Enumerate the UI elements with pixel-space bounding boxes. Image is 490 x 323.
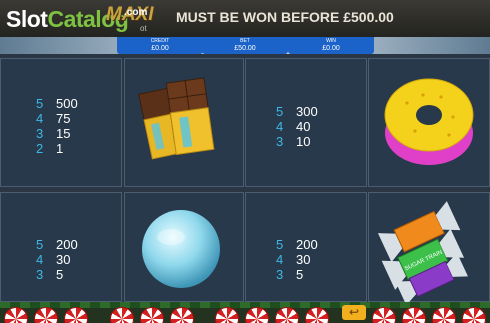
return-button[interactable]: ↩ xyxy=(342,305,366,320)
paytable-grid: 5 500 4 75 3 15 21 5 300 4 40 3 10 5 200… xyxy=(0,58,490,306)
peppermint-icon xyxy=(215,307,239,323)
chocolate-bar-icon xyxy=(138,77,215,160)
pay-count: 3 xyxy=(276,134,284,149)
win-value: £0.00 xyxy=(322,45,340,52)
credit-value: £0.00 xyxy=(151,45,169,52)
pay-count: 5 xyxy=(36,237,44,252)
credit-meter: CREDIT £0.00 xyxy=(117,37,203,54)
win-label: WIN xyxy=(326,38,336,44)
pay-value: 30 xyxy=(296,252,311,267)
pay-value: 10 xyxy=(296,134,311,149)
pay-value: 15 xyxy=(56,126,71,141)
pay-value: 200 xyxy=(56,237,78,252)
peppermint-icon xyxy=(402,307,426,323)
logo-slot: Slot xyxy=(6,6,48,32)
pay-cell-donut: 5 300 4 40 3 10 xyxy=(245,58,367,187)
pay-count: 5 xyxy=(276,104,284,119)
pay-count: 5 xyxy=(36,96,44,111)
logo-dotcom: .com xyxy=(124,7,148,18)
jackpot-message: MUST BE WON BEFORE £500.00 xyxy=(176,9,394,25)
game-logo-sub: ot xyxy=(140,24,147,33)
donut-pays: 5 300 4 40 3 10 xyxy=(276,104,318,149)
footer-bar xyxy=(0,302,490,323)
chocolate-pays: 5 500 4 75 3 15 21 xyxy=(36,96,78,156)
pay-count: 5 xyxy=(276,237,284,252)
peppermint-icon xyxy=(170,307,194,323)
meter-bar: CREDIT £0.00 BET £50.00 WIN £0.00 xyxy=(0,37,490,54)
credit-label: CREDIT xyxy=(150,38,170,44)
pay-value: 500 xyxy=(56,96,78,111)
pay-count: 4 xyxy=(276,252,284,267)
peppermint-icon xyxy=(305,307,329,323)
peppermint-icon xyxy=(432,307,456,323)
pay-count: 3 xyxy=(276,267,284,282)
peppermint-icon xyxy=(4,307,28,323)
pay-value: 75 xyxy=(56,111,71,126)
pay-count: 4 xyxy=(36,111,44,126)
pay-value: 5 xyxy=(56,267,64,282)
gumball-pays: 5 200 4 30 35 xyxy=(36,237,78,282)
pay-value: 30 xyxy=(56,252,71,267)
return-arrow-icon: ↩ xyxy=(348,305,360,319)
bet-value: £50.00 xyxy=(234,45,256,52)
peppermint-icon xyxy=(34,307,58,323)
pay-cell-gumball: 5 200 4 30 35 xyxy=(0,192,122,302)
peppermint-icon xyxy=(110,307,134,323)
pay-value: 1 xyxy=(56,141,64,156)
gumball-icon xyxy=(142,210,220,288)
donut-icon xyxy=(384,78,474,165)
pay-cell-candy: 5 200 4 30 35 xyxy=(245,192,367,302)
pay-value: 300 xyxy=(296,104,318,119)
symbol-cell-donut xyxy=(368,58,490,187)
candy-pays: 5 200 4 30 35 xyxy=(276,237,318,282)
pay-count: 2 xyxy=(36,141,44,156)
peppermint-icon xyxy=(140,307,164,323)
peppermint-icon xyxy=(275,307,299,323)
pay-count: 3 xyxy=(36,126,44,141)
pay-count: 3 xyxy=(36,267,44,282)
pay-value: 200 xyxy=(296,237,318,252)
symbol-cell-chocolate xyxy=(124,58,244,187)
pay-value: 5 xyxy=(296,267,304,282)
peppermint-icon xyxy=(64,307,88,323)
bet-meter: BET £50.00 xyxy=(202,37,288,54)
pay-value: 40 xyxy=(296,119,311,134)
peppermint-icon xyxy=(245,307,269,323)
peppermint-icon xyxy=(372,307,396,323)
top-bar: SlotCatalog MAXI .com ot MUST BE WON BEF… xyxy=(0,0,490,37)
symbol-cell-gumball xyxy=(124,192,244,302)
symbol-cell-candy: SUGAR TRAIN xyxy=(368,192,490,306)
pay-count: 4 xyxy=(276,119,284,134)
pay-count: 4 xyxy=(36,252,44,267)
wrapped-candy-icon: SUGAR TRAIN xyxy=(377,201,468,306)
peppermint-icon xyxy=(462,307,486,323)
pay-cell-chocolate: 5 500 4 75 3 15 21 xyxy=(0,58,122,187)
bet-label: BET xyxy=(240,38,250,44)
win-meter: WIN £0.00 xyxy=(288,37,374,54)
